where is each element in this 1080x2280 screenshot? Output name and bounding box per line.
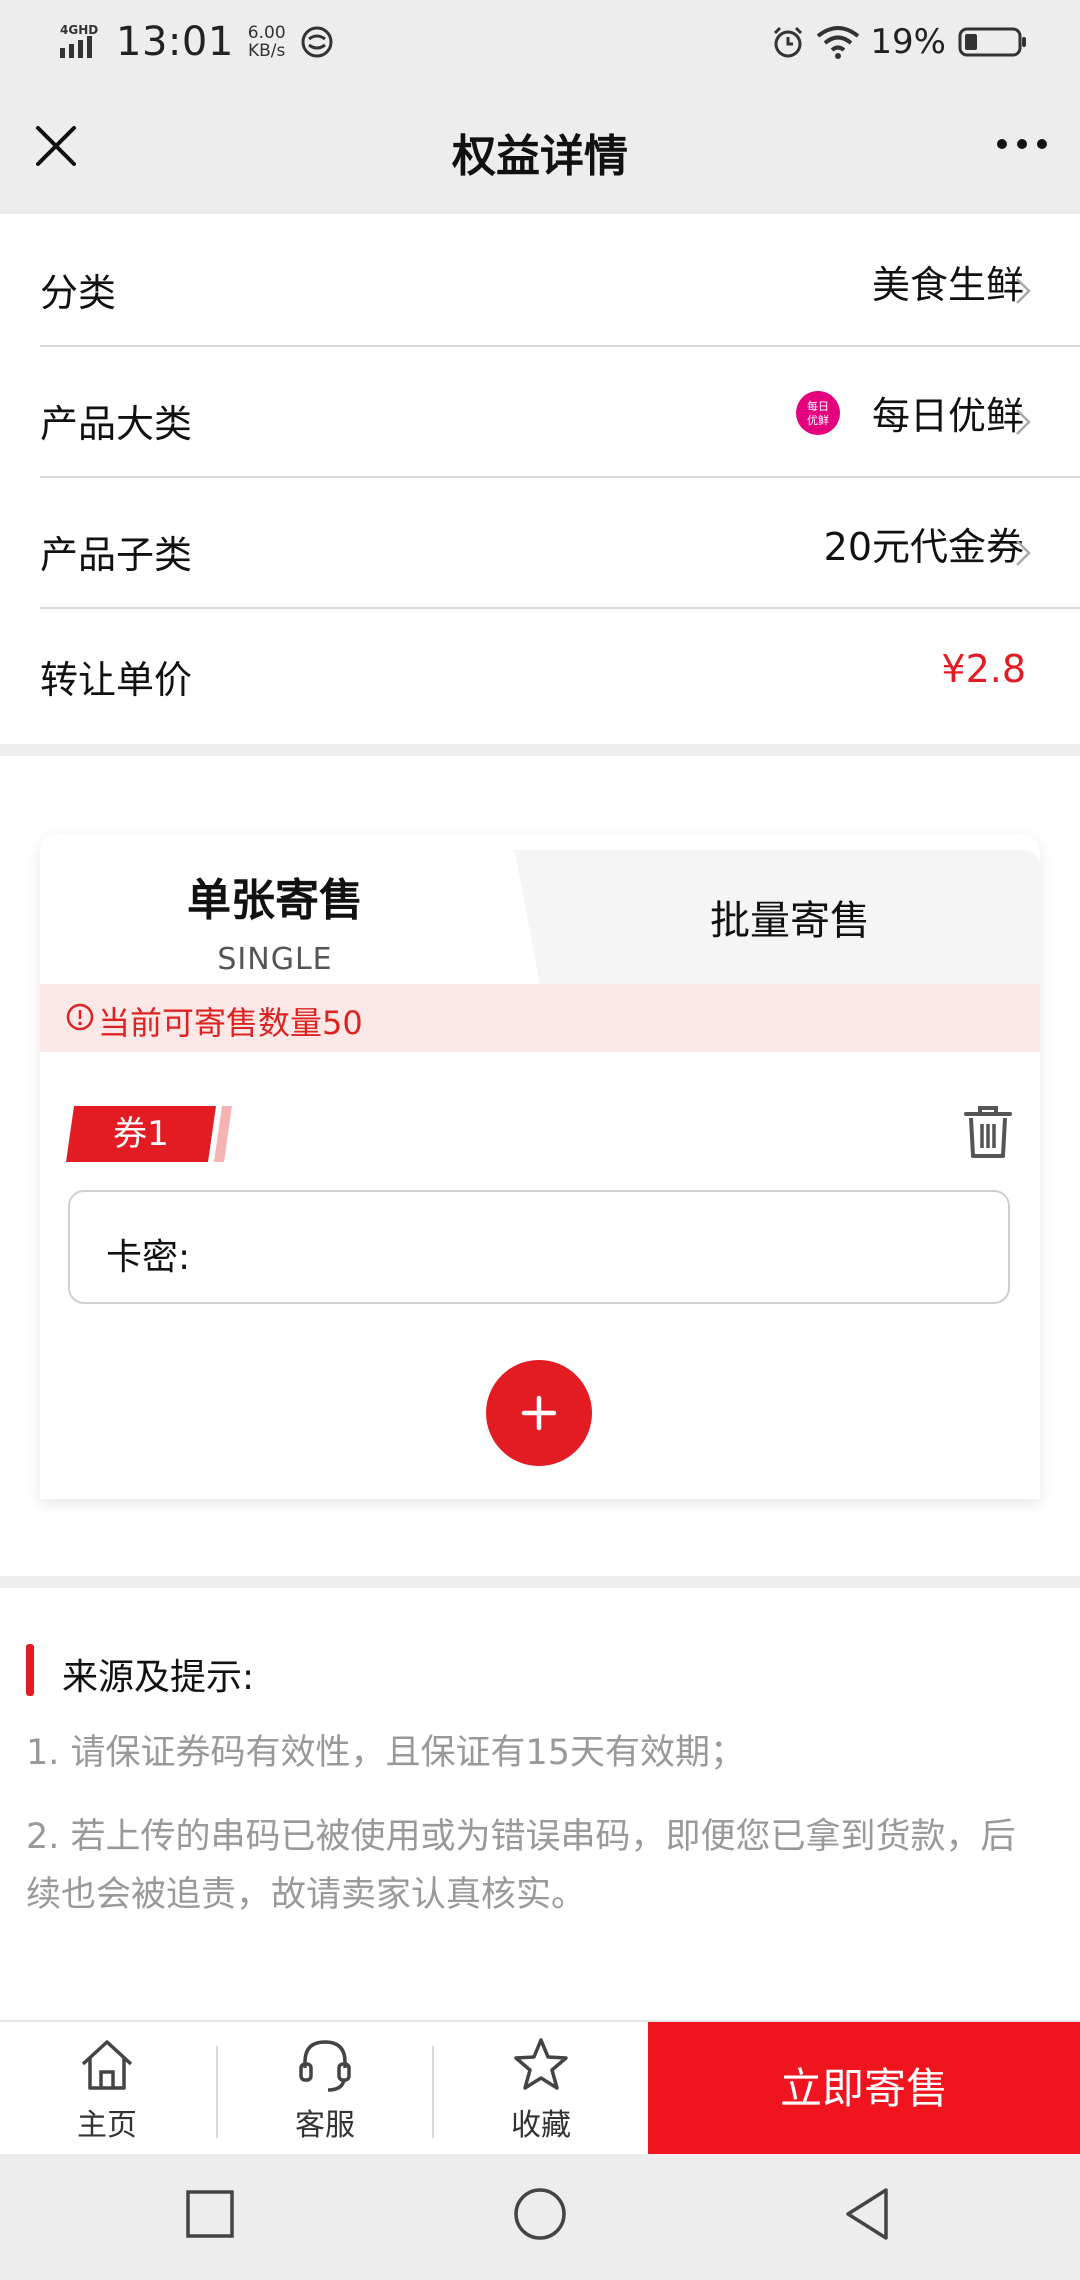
home-icon	[81, 2040, 133, 2090]
row-value: 20元代金券	[823, 525, 1024, 569]
row-unit-price: 转让单价 ¥2.8	[40, 607, 1080, 738]
section-divider	[0, 744, 1080, 756]
favorite-button[interactable]: 收藏	[434, 2022, 648, 2156]
chevron-right-icon	[1016, 540, 1031, 566]
tips-title: 来源及提示:	[62, 1657, 255, 1698]
chevron-right-icon	[1016, 278, 1031, 304]
plus-icon	[521, 1395, 557, 1431]
row-label: 转让单价	[40, 658, 193, 702]
star-icon	[514, 2038, 568, 2090]
customer-service-label: 客服	[295, 2108, 355, 2143]
tip-item: 1. 请保证券码有效性，且保证有15天有效期；	[26, 1733, 746, 1773]
back-icon[interactable]	[838, 2184, 898, 2244]
sell-mode-tabs: 单张寄售 SINGLE 批量寄售	[40, 834, 1040, 984]
alarm-icon	[774, 26, 803, 58]
wifi-icon	[817, 26, 860, 59]
row-value: 每日 优鲜 每日优鲜	[795, 385, 1024, 440]
row-category[interactable]: 分类 美食生鲜	[40, 214, 1080, 347]
tab-single[interactable]: 单张寄售 SINGLE	[40, 864, 510, 977]
tab-single-title: 单张寄售	[187, 875, 363, 926]
tab-batch[interactable]: 批量寄售	[540, 888, 1040, 946]
price-value: ¥2.8	[941, 647, 1026, 691]
row-product-subcategory[interactable]: 产品子类 20元代金券	[40, 476, 1080, 609]
signal-icon: 4GHD	[60, 23, 98, 58]
trash-icon[interactable]	[962, 1104, 1014, 1160]
card-secret-input[interactable]: 卡密:	[68, 1190, 1010, 1304]
tip-item: 2. 若上传的串码已被使用或为错误串码，即便您已拿到货款，后续也会被追责，故请卖…	[26, 1817, 1016, 1915]
sell-card: 单张寄售 SINGLE 批量寄售 当前可寄售数量50 券1 卡密:	[40, 834, 1040, 1499]
brand-logo: 每日 优鲜	[795, 390, 840, 435]
home-system-icon[interactable]	[510, 2184, 570, 2244]
alert-icon	[66, 1003, 94, 1031]
status-right: 19%	[770, 18, 1028, 66]
customer-service-button[interactable]: 客服	[218, 2022, 432, 2156]
data-saver-icon	[301, 26, 333, 58]
brand-name: 每日优鲜	[871, 394, 1024, 438]
status-bar: 4GHD 13:01 6.00 KB/s 19%	[0, 0, 1080, 84]
row-product-category[interactable]: 产品大类 每日 优鲜 每日优鲜	[40, 345, 1080, 478]
logo-text-bottom: 优鲜	[807, 413, 829, 427]
info-list: 分类 美食生鲜 产品大类 每日 优鲜 每日优鲜 产品子类 20元代金券 转让单价…	[0, 214, 1080, 744]
status-time: 13:01	[116, 19, 234, 65]
bottom-action-bar: 主页 客服 收藏 立即寄售	[0, 2020, 1080, 2156]
page-title: 权益详情	[452, 131, 628, 182]
sell-now-button[interactable]: 立即寄售	[648, 2022, 1080, 2156]
nav-bar: 权益详情	[0, 84, 1080, 214]
coupon-label: 券1	[113, 1114, 169, 1154]
battery-icon	[958, 27, 1026, 57]
logo-text-top: 每日	[807, 399, 829, 413]
favorite-label: 收藏	[511, 2108, 571, 2143]
more-icon[interactable]	[992, 124, 1052, 164]
row-label: 产品大类	[40, 402, 193, 446]
add-coupon-button[interactable]	[486, 1360, 592, 1466]
status-left: 4GHD 13:01 6.00 KB/s	[58, 18, 334, 66]
chevron-right-icon	[1016, 409, 1031, 435]
speed-unit: KB/s	[248, 41, 286, 61]
network-type: 4GHD	[60, 23, 98, 37]
row-label: 分类	[40, 271, 117, 315]
section-divider	[0, 1576, 1080, 1588]
notice-text: 当前可寄售数量50	[98, 1004, 363, 1042]
quantity-notice: 当前可寄售数量50	[40, 984, 1040, 1052]
recent-apps-icon[interactable]	[180, 2184, 240, 2244]
row-label: 产品子类	[40, 533, 193, 577]
brand-logo-icon: 每日 优鲜	[807, 399, 829, 427]
speed-value: 6.00	[247, 23, 286, 43]
home-button[interactable]: 主页	[0, 2022, 214, 2156]
system-nav-bar	[0, 2154, 1080, 2280]
card-secret-label: 卡密:	[106, 1237, 191, 1278]
row-value: 美食生鲜	[871, 263, 1024, 307]
headset-icon	[299, 2040, 351, 2092]
battery-percent: 19%	[870, 22, 946, 62]
home-label: 主页	[77, 2108, 137, 2143]
tips-accent-bar	[26, 1644, 34, 1696]
network-speed: 6.00 KB/s	[248, 24, 286, 60]
tab-single-subtitle: SINGLE	[217, 942, 333, 977]
